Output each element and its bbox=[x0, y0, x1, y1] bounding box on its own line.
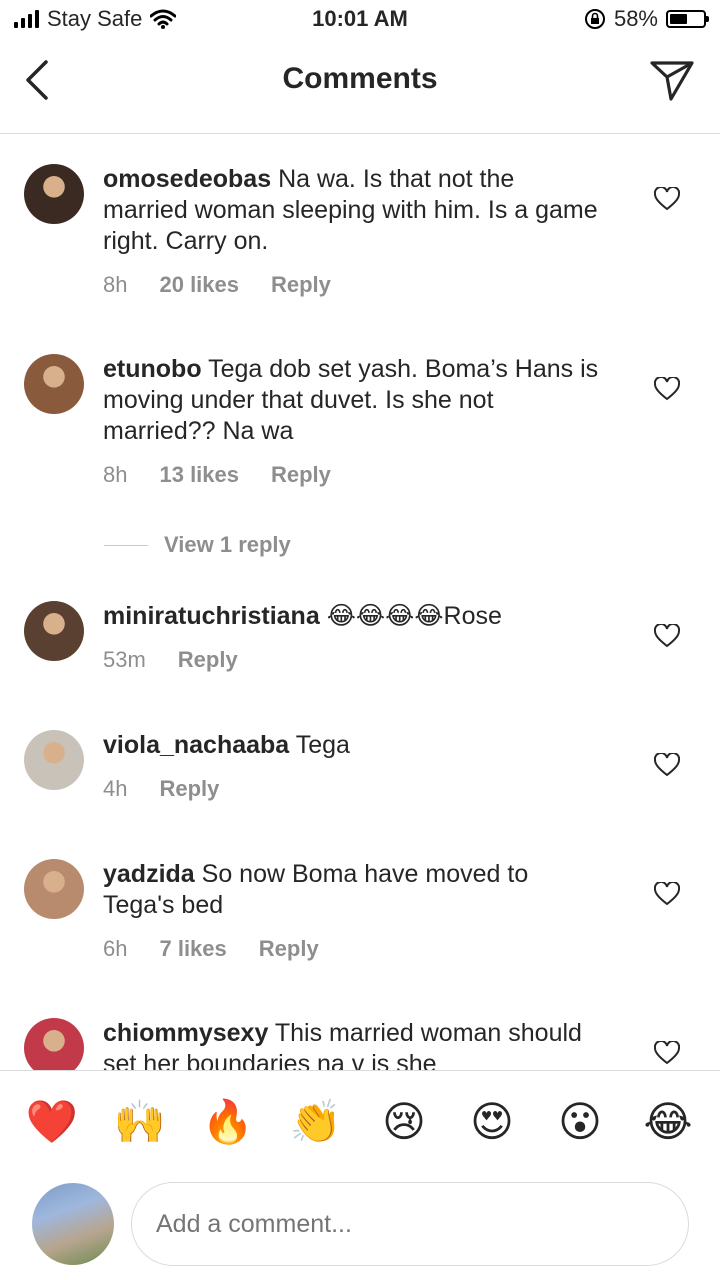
likes-count[interactable]: 7 likes bbox=[159, 936, 226, 962]
username[interactable]: miniratuchristiana bbox=[103, 602, 320, 630]
reply-button[interactable]: Reply bbox=[271, 272, 331, 298]
heart-eyes-emoji-button[interactable]: 😍 bbox=[448, 1092, 536, 1152]
avatar[interactable] bbox=[24, 730, 84, 790]
heart-icon[interactable] bbox=[654, 753, 680, 777]
laughing-emoji-button[interactable]: 😂 bbox=[624, 1092, 712, 1152]
composer-divider bbox=[0, 1070, 720, 1071]
status-right: 58% bbox=[584, 6, 709, 32]
page-title: Comments bbox=[282, 62, 438, 95]
comment-text: omosedeobas Na wa. Is that not the marri… bbox=[103, 164, 603, 257]
heart-emoji-button[interactable]: ❤️ bbox=[8, 1092, 96, 1152]
orientation-lock-icon bbox=[584, 9, 605, 29]
comment-meta: 53m Reply bbox=[103, 647, 238, 673]
comment-text: viola_nachaaba Tega bbox=[103, 730, 603, 761]
comment-text: chiommysexy This married woman should se… bbox=[103, 1018, 603, 1070]
header: Comments bbox=[0, 40, 720, 124]
likes-count[interactable]: 13 likes bbox=[159, 462, 239, 488]
username[interactable]: viola_nachaaba bbox=[103, 731, 289, 759]
battery-icon bbox=[666, 10, 709, 28]
view-replies-label: View 1 reply bbox=[164, 532, 291, 557]
comment-body: 😂😂😂😂Rose bbox=[326, 602, 502, 630]
username[interactable]: yadzida bbox=[103, 860, 195, 888]
heart-icon[interactable] bbox=[654, 187, 680, 211]
view-replies-button[interactable]: View 1 reply bbox=[104, 532, 291, 558]
avatar[interactable] bbox=[24, 354, 84, 414]
battery-percent: 58% bbox=[613, 6, 658, 31]
surprised-emoji-button[interactable]: 😮 bbox=[536, 1092, 624, 1152]
username[interactable]: etunobo bbox=[103, 355, 202, 383]
comment-body: Tega bbox=[295, 731, 350, 759]
likes-count[interactable]: 20 likes bbox=[159, 272, 239, 298]
username[interactable]: omosedeobas bbox=[103, 165, 271, 193]
comment-meta: 8h 20 likes Reply bbox=[103, 272, 331, 298]
comment-text: etunobo Tega dob set yash. Boma’s Hans i… bbox=[103, 354, 603, 447]
comment-time: 4h bbox=[103, 776, 128, 801]
reply-button[interactable]: Reply bbox=[259, 936, 319, 962]
direct-send-icon[interactable] bbox=[648, 58, 696, 102]
reply-button[interactable]: Reply bbox=[178, 647, 238, 673]
emoji-bar: ❤️ 🙌 🔥 👏 😢 😍 😮 😂 bbox=[0, 1092, 720, 1152]
comment-text: miniratuchristiana 😂😂😂😂Rose bbox=[103, 601, 603, 632]
crying-emoji-button[interactable]: 😢 bbox=[360, 1092, 448, 1152]
heart-icon[interactable] bbox=[654, 377, 680, 401]
heart-icon[interactable] bbox=[654, 624, 680, 648]
avatar[interactable] bbox=[24, 601, 84, 661]
comment-time: 6h bbox=[103, 936, 128, 961]
username[interactable]: chiommysexy bbox=[103, 1019, 268, 1047]
my-avatar bbox=[32, 1183, 114, 1265]
comment-meta: 6h 7 likes Reply bbox=[103, 936, 319, 962]
comment-input[interactable] bbox=[131, 1182, 689, 1266]
reply-button[interactable]: Reply bbox=[159, 776, 219, 802]
avatar[interactable] bbox=[24, 859, 84, 919]
heart-icon[interactable] bbox=[654, 882, 680, 906]
comment-meta: 8h 13 likes Reply bbox=[103, 462, 331, 488]
comment-list[interactable]: omosedeobas Na wa. Is that not the marri… bbox=[0, 134, 720, 1070]
comment-time: 8h bbox=[103, 272, 128, 297]
comment-meta: 4h Reply bbox=[103, 776, 219, 802]
reply-line bbox=[104, 544, 148, 546]
avatar[interactable] bbox=[24, 164, 84, 224]
clapping-emoji-button[interactable]: 👏 bbox=[272, 1092, 360, 1152]
comment-text: yadzida So now Boma have moved to Tega's… bbox=[103, 859, 603, 921]
raised-hands-emoji-button[interactable]: 🙌 bbox=[96, 1092, 184, 1152]
comment-time: 53m bbox=[103, 647, 146, 672]
fire-emoji-button[interactable]: 🔥 bbox=[184, 1092, 272, 1152]
avatar[interactable] bbox=[24, 1018, 84, 1070]
reply-button[interactable]: Reply bbox=[271, 462, 331, 488]
heart-icon[interactable] bbox=[654, 1041, 680, 1065]
status-bar: Stay Safe 10:01 AM 58% bbox=[0, 0, 720, 40]
comment-time: 8h bbox=[103, 462, 128, 487]
